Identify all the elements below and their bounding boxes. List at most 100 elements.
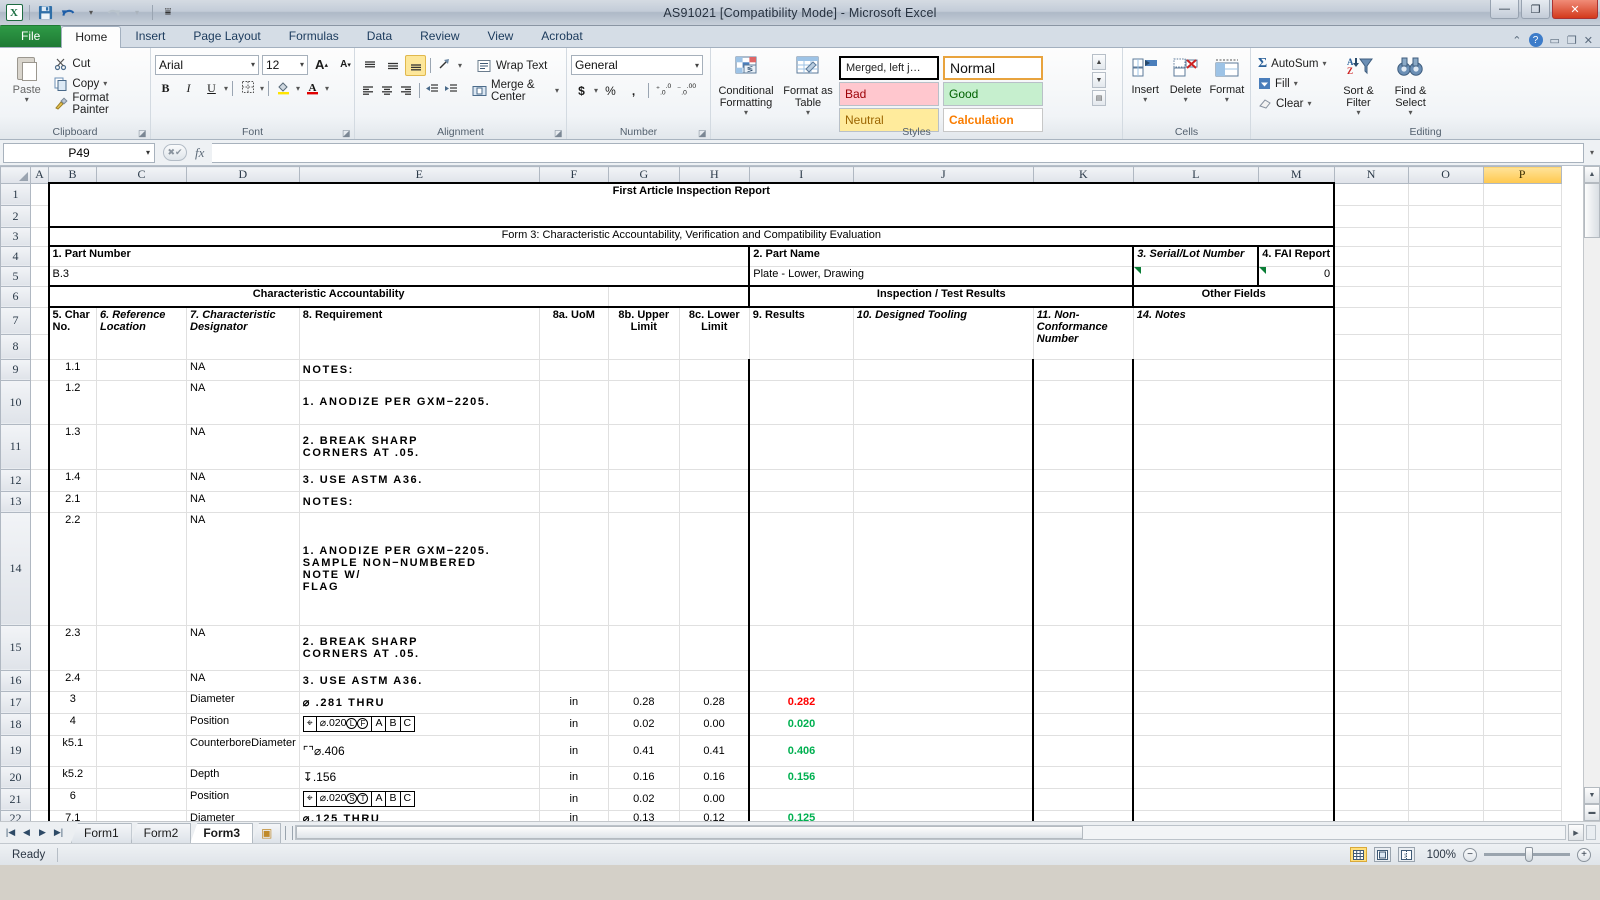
cell-non-conformance[interactable]: [1033, 766, 1133, 788]
empty-cell-N[interactable]: [1334, 266, 1408, 286]
cell-non-conformance[interactable]: [1033, 512, 1133, 625]
cell-results[interactable]: [749, 359, 853, 380]
cell-non-conformance[interactable]: [1033, 625, 1133, 670]
name-box-dropdown-icon[interactable]: ▾: [146, 148, 150, 157]
header-notes[interactable]: 14. Notes: [1133, 307, 1334, 359]
cell-reference-location[interactable]: [97, 469, 187, 491]
empty-cell-O[interactable]: [1408, 286, 1483, 307]
italic-button[interactable]: I: [178, 78, 199, 99]
vertical-scrollbar[interactable]: ▲ ▼ ▬: [1583, 166, 1600, 821]
vertical-scroll-thumb[interactable]: [1584, 183, 1600, 238]
header-upper-limit[interactable]: 8b. Upper Limit: [608, 307, 679, 359]
column-header-B[interactable]: B: [49, 167, 97, 184]
empty-cell-P[interactable]: [1483, 359, 1561, 380]
tab-home[interactable]: Home: [61, 26, 121, 48]
empty-cell-O[interactable]: [1408, 713, 1483, 735]
cell-A2[interactable]: [31, 205, 49, 227]
empty-cell-O[interactable]: [1408, 246, 1483, 266]
currency-button[interactable]: $: [571, 80, 592, 101]
table-row[interactable]: 121.4NA3. USE ASTM A36.: [1, 469, 1562, 491]
cell-uom[interactable]: [539, 512, 608, 625]
cell-A19[interactable]: [31, 735, 49, 766]
decrease-indent-button[interactable]: [424, 80, 441, 101]
cell-A5[interactable]: [31, 266, 49, 286]
minimize-ribbon-icon[interactable]: ▭: [1550, 34, 1560, 47]
cell-requirement[interactable]: ⌖⌀.020STABC: [299, 788, 539, 810]
empty-cell-N[interactable]: [1334, 227, 1408, 246]
align-middle-button[interactable]: [382, 55, 403, 76]
header-requirement[interactable]: 8. Requirement: [299, 307, 539, 359]
cell-upper-limit[interactable]: 0.13: [608, 810, 679, 821]
empty-cell-O[interactable]: [1408, 766, 1483, 788]
cell-notes[interactable]: [1133, 670, 1334, 691]
column-header-C[interactable]: C: [97, 167, 187, 184]
empty-cell-N[interactable]: [1334, 512, 1408, 625]
empty-cell-P[interactable]: [1483, 788, 1561, 810]
cell-designed-tooling[interactable]: [853, 766, 1033, 788]
cell-A8[interactable]: [31, 334, 49, 359]
help-icon[interactable]: ?: [1529, 33, 1543, 47]
table-row[interactable]: 101.2NA1. ANODIZE PER GXM−2205.: [1, 380, 1562, 424]
table-row[interactable]: 19k5.1CounterboreDiameter⌜⌝⌀.406in0.410.…: [1, 735, 1562, 766]
cell-designator[interactable]: Position: [187, 788, 300, 810]
quick-access-toolbar[interactable]: X ▾ ▾ ⩸: [0, 3, 178, 23]
empty-cell-P[interactable]: [1483, 670, 1561, 691]
sheet-tab-form3[interactable]: Form3: [190, 823, 253, 843]
cell-notes[interactable]: [1133, 766, 1334, 788]
cell-designator[interactable]: NA: [187, 469, 300, 491]
percent-button[interactable]: %: [600, 80, 621, 101]
empty-cell-N[interactable]: [1334, 735, 1408, 766]
cell-uom[interactable]: in: [539, 810, 608, 821]
insert-cells-button[interactable]: Insert ▾: [1127, 55, 1163, 104]
font-size-select[interactable]: 12▾: [262, 55, 308, 75]
cell-uom[interactable]: [539, 625, 608, 670]
next-sheet-icon[interactable]: ▶: [35, 825, 50, 841]
cell-results[interactable]: [749, 788, 853, 810]
empty-cell-N[interactable]: [1334, 788, 1408, 810]
zoom-in-button[interactable]: +: [1577, 848, 1591, 862]
sheet-tabs[interactable]: Form1 Form2 Form3 ▣: [66, 822, 281, 843]
cell-uom[interactable]: in: [539, 713, 608, 735]
empty-cell-P[interactable]: [1483, 380, 1561, 424]
cell-designator[interactable]: NA: [187, 359, 300, 380]
cell-char-no[interactable]: 2.2: [49, 512, 97, 625]
borders-dropdown-icon[interactable]: ▾: [260, 85, 264, 93]
horizontal-scrollbar[interactable]: ▶: [281, 824, 1600, 841]
cell-results[interactable]: 0.020: [749, 713, 853, 735]
cell-uom[interactable]: [539, 469, 608, 491]
cell-upper-limit[interactable]: [608, 670, 679, 691]
empty-cell-N[interactable]: [1334, 183, 1408, 205]
cell-notes[interactable]: [1133, 469, 1334, 491]
table-row[interactable]: 132.1NANOTES:: [1, 491, 1562, 512]
label-part-name[interactable]: 2. Part Name: [749, 246, 1133, 266]
column-header-A[interactable]: A: [31, 167, 49, 184]
cell-notes[interactable]: [1133, 424, 1334, 469]
sheet-row-4[interactable]: 41. Part Number2. Part Name3. Serial/Lot…: [1, 246, 1562, 266]
cell-non-conformance[interactable]: [1033, 359, 1133, 380]
column-header-J[interactable]: J: [853, 167, 1033, 184]
fill-color-dropdown-icon[interactable]: ▾: [296, 85, 300, 93]
label-fai-report[interactable]: 4. FAI Report: [1258, 246, 1334, 266]
number-format-select[interactable]: General▾: [571, 55, 703, 75]
cell-reference-location[interactable]: [97, 788, 187, 810]
header-reference-location[interactable]: 6. Reference Location: [97, 307, 187, 359]
table-row[interactable]: 142.2NA1. ANODIZE PER GXM−2205. SAMPLE N…: [1, 512, 1562, 625]
empty-cell-N[interactable]: [1334, 469, 1408, 491]
cell-char-no[interactable]: k5.2: [49, 766, 97, 788]
undo-dropdown-icon[interactable]: ▾: [81, 3, 101, 23]
styles-scroll-down-button[interactable]: ▼: [1092, 72, 1106, 88]
empty-cell-P[interactable]: [1483, 713, 1561, 735]
cell-notes[interactable]: [1133, 359, 1334, 380]
empty-cell-N[interactable]: [1334, 205, 1408, 227]
cell-char-no[interactable]: k5.1: [49, 735, 97, 766]
cell-requirement[interactable]: 3. USE ASTM A36.: [299, 469, 539, 491]
row-header-14[interactable]: 14: [1, 512, 31, 625]
cell-designed-tooling[interactable]: [853, 788, 1033, 810]
cell-lower-limit[interactable]: [679, 380, 749, 424]
empty-cell-P[interactable]: [1483, 424, 1561, 469]
empty-cell-N[interactable]: [1334, 307, 1408, 334]
cell-char-no[interactable]: 1.2: [49, 380, 97, 424]
section-characteristic-accountability[interactable]: Characteristic Accountability: [49, 286, 609, 307]
empty-cell-O[interactable]: [1408, 788, 1483, 810]
row-header-13[interactable]: 13: [1, 491, 31, 512]
